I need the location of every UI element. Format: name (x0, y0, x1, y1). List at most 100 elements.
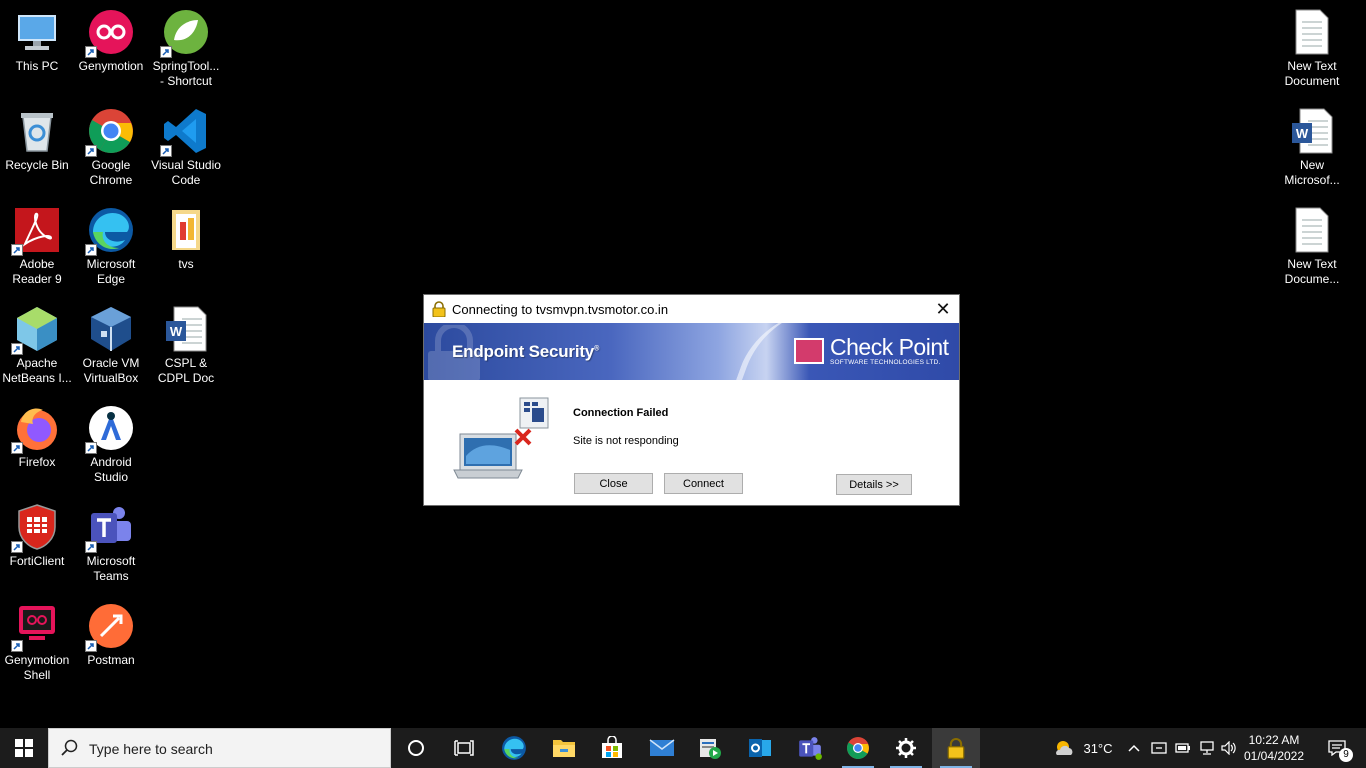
notification-count-badge: 9 (1339, 748, 1353, 762)
checkpoint-brand-sub: SOFTWARE TECHNOLOGIES LTD. (830, 359, 941, 366)
cortana-button[interactable] (392, 728, 440, 768)
notification-center-button[interactable]: 9 (1320, 728, 1354, 768)
android-studio-icon (85, 404, 135, 454)
tray-security-icon[interactable] (1148, 728, 1170, 768)
desktop-icon-oracle-vm[interactable]: Oracle VM VirtualBox (74, 297, 148, 386)
search-icon (61, 739, 78, 756)
shortcut-arrow-icon (11, 442, 23, 454)
taskbar-outlook[interactable] (736, 728, 784, 768)
taskbar-checkpoint-vpn[interactable] (932, 728, 980, 768)
taskbar-clock[interactable]: 10:22 AM 01/04/2022 (1236, 732, 1312, 764)
netbeans-icon (11, 305, 61, 355)
word-doc-icon: W (162, 305, 210, 353)
taskbar-edge[interactable] (490, 728, 538, 768)
connection-failed-illustration-icon (453, 397, 549, 479)
desktop-icon-postman[interactable]: Postman (74, 594, 148, 668)
desktop-icon-new-text-1[interactable]: New Text Document (1275, 0, 1349, 89)
desktop-icon-apache-netbeans[interactable]: Apache NetBeans I... (0, 297, 74, 386)
desktop-icon-label: Postman (87, 653, 135, 667)
chrome-icon (847, 737, 869, 759)
taskbar-media[interactable] (686, 728, 734, 768)
taskbar-file-explorer[interactable] (540, 728, 588, 768)
postman-icon (85, 602, 135, 652)
endpoint-security-label: Endpoint Security® (452, 342, 600, 361)
desktop-icon-google-chrome[interactable]: Google Chrome (74, 99, 148, 188)
connection-status-title: Connection Failed (573, 407, 669, 419)
desktop-icon-label: FortiClient (9, 554, 65, 568)
desktop-icon-genymotion[interactable]: Genymotion (74, 0, 148, 74)
firefox-icon (11, 404, 61, 454)
edge-icon (502, 736, 526, 760)
vpn-connection-dialog: Connecting to tvsmvpn.tvsmotor.co.in ✕ E… (423, 294, 960, 506)
desktop-icon-vscode[interactable]: Visual Studio Code (149, 99, 223, 188)
shortcut-arrow-icon (85, 244, 97, 256)
desktop-icon-label: Firefox (18, 455, 56, 469)
taskbar-store[interactable] (588, 728, 636, 768)
desktop-icon-new-word[interactable]: W New Microsof... (1275, 99, 1349, 188)
clock-time: 10:22 AM (1248, 733, 1300, 747)
desktop-icon-label: Recycle Bin (5, 158, 69, 172)
weather-temp: 31°C (1083, 740, 1113, 756)
desktop-icon-label: New Text Docume... (1284, 257, 1340, 286)
taskbar-settings[interactable] (882, 728, 930, 768)
connect-button[interactable]: Connect (664, 473, 743, 494)
word-doc-icon: W (1288, 107, 1336, 155)
dialog-title: Connecting to tvsmvpn.tvsmotor.co.in (452, 302, 669, 317)
desktop-icon-new-text-2[interactable]: New Text Docume... (1275, 198, 1349, 287)
desktop-icon-genymotion-shell[interactable]: Genymotion Shell (0, 594, 74, 683)
network-icon (1200, 741, 1214, 755)
chrome-icon (85, 107, 135, 157)
connection-status-message: Site is not responding (573, 435, 679, 447)
this-pc-icon (13, 8, 61, 56)
tray-battery[interactable] (1172, 728, 1194, 768)
desktop-icon-firefox[interactable]: Firefox (0, 396, 74, 470)
dialog-close-icon[interactable]: ✕ (927, 295, 959, 323)
teams-icon (85, 503, 135, 553)
vscode-icon (160, 107, 210, 157)
weather-sun-cloud-icon (1056, 741, 1073, 755)
details-button[interactable]: Details >> (836, 474, 912, 495)
desktop-icon-label: Oracle VM VirtualBox (82, 356, 140, 385)
dialog-titlebar[interactable]: Connecting to tvsmvpn.tvsmotor.co.in ✕ (424, 295, 959, 323)
desktop-icon-tvs-folder[interactable]: tvs (149, 198, 223, 272)
taskbar-teams[interactable] (786, 728, 834, 768)
desktop-icon-cspl-doc[interactable]: W CSPL & CDPL Doc (149, 297, 223, 386)
task-view-button[interactable] (440, 728, 488, 768)
show-hidden-icons[interactable] (1124, 728, 1144, 768)
shortcut-arrow-icon (85, 145, 97, 157)
search-placeholder: Type here to search (89, 741, 213, 757)
cortana-circle-icon (408, 740, 424, 756)
desktop-icon-microsoft-edge[interactable]: Microsoft Edge (74, 198, 148, 287)
dialog-body: Connection Failed Site is not responding… (424, 380, 959, 505)
shortcut-arrow-icon (85, 640, 97, 652)
desktop-icon-forticlient[interactable]: FortiClient (0, 495, 74, 569)
desktop-icon-adobe-reader[interactable]: Adobe Reader 9 (0, 198, 74, 287)
desktop-icon-label: Adobe Reader 9 (12, 257, 62, 286)
desktop-icon-label: Android Studio (90, 455, 132, 484)
weather-widget[interactable]: 31°C (1048, 728, 1118, 768)
shortcut-arrow-icon (11, 244, 23, 256)
desktop-icon-springtool[interactable]: SpringTool... - Shortcut (149, 0, 223, 89)
desktop-icon-label: Microsoft Teams (86, 554, 136, 583)
desktop-icon-label: New Microsof... (1284, 158, 1340, 187)
desktop-icon-label: Visual Studio Code (151, 158, 221, 187)
shortcut-arrow-icon (85, 46, 97, 58)
taskbar-chrome[interactable] (834, 728, 882, 768)
text-document-icon (1288, 8, 1336, 56)
desktop-icon-ms-teams[interactable]: Microsoft Teams (74, 495, 148, 584)
desktop-icon-recycle-bin[interactable]: Recycle Bin (0, 99, 74, 173)
close-button[interactable]: Close (574, 473, 653, 494)
teams-icon (799, 737, 822, 760)
start-button[interactable] (0, 728, 48, 768)
taskbar-search-box[interactable]: Type here to search (48, 728, 391, 768)
taskbar-mail[interactable] (638, 728, 686, 768)
tray-network[interactable] (1196, 728, 1218, 768)
desktop-icon-label: This PC (15, 59, 59, 73)
desktop-icon-android-studio[interactable]: Android Studio (74, 396, 148, 485)
svg-text:W: W (170, 324, 183, 339)
virtualbox-icon (87, 305, 135, 353)
desktop-icon-this-pc[interactable]: This PC (0, 0, 74, 74)
mail-icon (649, 739, 675, 756)
desktop-icon-label: Genymotion Shell (4, 653, 70, 682)
desktop-icon-label: Genymotion (78, 59, 144, 73)
